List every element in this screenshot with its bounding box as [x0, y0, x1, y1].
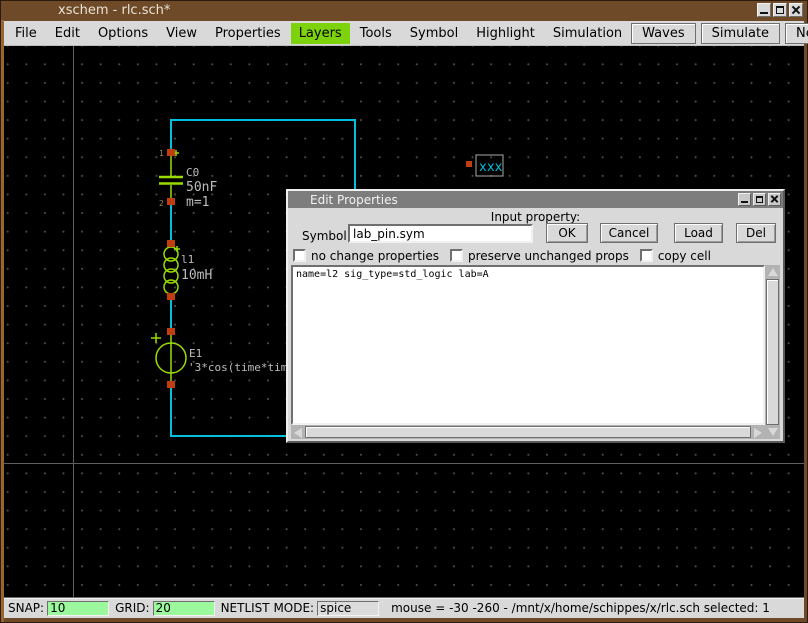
snap-input[interactable]: [47, 601, 109, 616]
horizontal-scrollbar[interactable]: [291, 425, 765, 439]
pin-square: [167, 328, 175, 335]
no-change-properties-label: no change properties: [311, 249, 439, 263]
no-change-properties-checkbox[interactable]: [293, 249, 306, 262]
statusbar: SNAP: GRID: NETLIST MODE: mouse = -30 -2…: [4, 597, 804, 618]
inductor-value: 10mH: [181, 268, 212, 283]
menu-tools[interactable]: Tools: [352, 23, 400, 44]
net-label[interactable]: xxx: [466, 155, 503, 176]
symbol-input[interactable]: [348, 224, 533, 243]
pin-number: 2: [159, 199, 164, 208]
dialog-minimize-icon[interactable]: [738, 193, 751, 206]
netlist-button[interactable]: Netlist: [785, 23, 808, 44]
menu-file[interactable]: File: [7, 23, 45, 44]
close-icon[interactable]: [789, 3, 803, 17]
capacitor-ref: C0: [186, 166, 199, 179]
waves-button[interactable]: Waves: [631, 23, 695, 44]
inductor-ref: l1: [181, 253, 194, 266]
component-inductor[interactable]: [164, 240, 180, 300]
scroll-up-icon[interactable]: [766, 265, 779, 279]
input-property-label: Input property:: [288, 210, 783, 224]
scroll-left-icon[interactable]: [291, 426, 305, 438]
menu-properties[interactable]: Properties: [207, 23, 289, 44]
checkbox-row: no change properties preserve unchanged …: [293, 248, 722, 263]
net-label-text: xxx: [479, 160, 503, 175]
dialog-close-icon[interactable]: [768, 193, 781, 206]
polarity-plus-icon: [151, 333, 161, 343]
vertical-scrollbar-thumb[interactable]: [766, 279, 779, 425]
coil-loop: [164, 258, 178, 272]
copy-cell-checkbox[interactable]: [640, 249, 653, 262]
ok-button[interactable]: OK: [546, 223, 588, 243]
del-button[interactable]: Del: [736, 223, 776, 243]
pin-square: [167, 149, 175, 156]
xschem-window: xschem - rlc.sch* File Edit Options View…: [0, 0, 808, 623]
wire-bottom[interactable]: [171, 388, 294, 436]
grid-label: GRID:: [115, 601, 149, 615]
pin-square: [466, 161, 472, 167]
horizontal-scrollbar-thumb[interactable]: [305, 426, 751, 438]
snap-label: SNAP:: [8, 601, 44, 615]
symbol-label: Symbol: [302, 229, 347, 243]
menu-edit[interactable]: Edit: [47, 23, 88, 44]
edit-properties-dialog: Edit Properties Input property: Symbol O…: [286, 189, 785, 443]
pin-square: [167, 293, 175, 300]
window-title: xschem - rlc.sch*: [58, 3, 170, 18]
scroll-down-icon[interactable]: [766, 425, 779, 439]
menu-symbol[interactable]: Symbol: [402, 23, 466, 44]
dialog-title: Edit Properties: [310, 193, 398, 207]
window-titlebar[interactable]: xschem - rlc.sch*: [0, 0, 808, 21]
menu-options[interactable]: Options: [90, 23, 156, 44]
pin-number: 1: [159, 149, 164, 158]
menubar: File Edit Options View Properties Layers…: [4, 21, 804, 46]
capacitor-attr: m=1: [186, 195, 209, 210]
source-ref: E1: [189, 347, 202, 360]
dialog-titlebar[interactable]: Edit Properties: [288, 191, 783, 208]
component-source[interactable]: [151, 328, 186, 388]
schematic-canvas[interactable]: 1 2 C0 50nF m=1 l1 10mH: [4, 46, 804, 597]
capacitor-value: 50nF: [186, 180, 217, 195]
dialog-controls: [738, 193, 781, 206]
netlist-mode-input[interactable]: [317, 601, 379, 616]
menu-simulation[interactable]: Simulation: [545, 23, 630, 44]
pin-square: [167, 240, 175, 247]
netlist-mode-label: NETLIST MODE:: [221, 601, 315, 615]
preserve-unchanged-props-checkbox[interactable]: [450, 249, 463, 262]
property-textarea[interactable]: name=l2 sig_type=std_logic lab=A: [291, 265, 765, 425]
simulate-button[interactable]: Simulate: [701, 23, 780, 44]
preserve-unchanged-props-label: preserve unchanged props: [468, 249, 629, 263]
menu-layers[interactable]: Layers: [291, 23, 350, 44]
copy-cell-label: copy cell: [658, 249, 711, 263]
maximize-icon[interactable]: [773, 3, 787, 17]
coil-loop: [164, 280, 178, 294]
pin-square: [167, 198, 175, 205]
menu-view[interactable]: View: [158, 23, 205, 44]
inductor-labels: l1 10mH: [181, 253, 212, 283]
cancel-button[interactable]: Cancel: [600, 223, 658, 243]
menu-highlight[interactable]: Highlight: [468, 23, 543, 44]
pin-square: [167, 381, 175, 388]
dialog-maximize-icon[interactable]: [753, 193, 766, 206]
window-controls: [757, 3, 803, 17]
load-button[interactable]: Load: [674, 223, 723, 243]
minimize-icon[interactable]: [757, 3, 771, 17]
grid-input[interactable]: [153, 601, 215, 616]
coil-loop: [164, 269, 178, 283]
mouse-status-text: mouse = -30 -260 - /mnt/x/home/schippes/…: [391, 601, 770, 615]
vertical-scrollbar[interactable]: [765, 265, 780, 439]
property-text-region: name=l2 sig_type=std_logic lab=A: [291, 265, 780, 439]
scroll-right-icon[interactable]: [751, 426, 765, 438]
